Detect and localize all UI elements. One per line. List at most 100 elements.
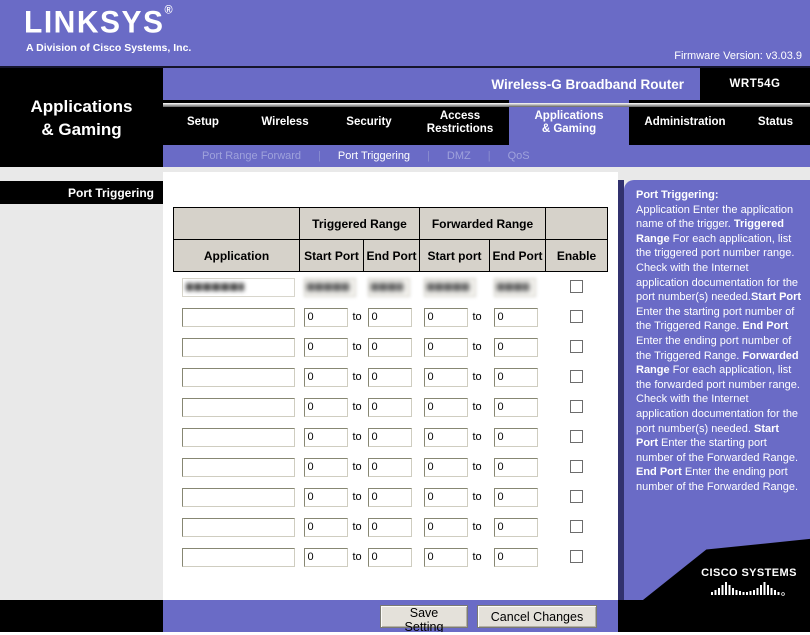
cisco-logo: CISCO SYSTEMS (701, 567, 797, 596)
subtab-port-range-forward[interactable]: Port Range Forward (185, 150, 318, 162)
application-cell (174, 512, 300, 542)
application-cell (174, 392, 300, 422)
enable-checkbox[interactable] (570, 340, 583, 353)
application-cell (174, 482, 300, 512)
fwd-start-cell: to (420, 452, 490, 482)
trig-end-cell (364, 272, 420, 303)
fwd-end-input[interactable] (494, 458, 538, 477)
trig-start-input[interactable] (304, 278, 356, 297)
fwd-start-input[interactable] (424, 428, 468, 447)
enable-checkbox[interactable] (570, 520, 583, 533)
enable-cell (546, 482, 608, 512)
trig-start-input[interactable] (304, 428, 348, 447)
fwd-end-input[interactable] (494, 368, 538, 387)
trig-end-input[interactable] (368, 488, 412, 507)
application-cell (174, 422, 300, 452)
to-label: to (473, 341, 482, 353)
trig-end-cell (364, 362, 420, 392)
save-button[interactable]: Save Setting (380, 605, 468, 628)
fwd-start-cell: to (420, 302, 490, 332)
cancel-button[interactable]: Cancel Changes (477, 605, 597, 628)
enable-checkbox[interactable] (570, 430, 583, 443)
trig-end-input[interactable] (368, 398, 412, 417)
trig-start-input[interactable] (304, 338, 348, 357)
trig-end-input[interactable] (368, 548, 412, 567)
application-input[interactable] (182, 308, 295, 327)
application-input[interactable] (182, 338, 295, 357)
trig-end-input[interactable] (368, 428, 412, 447)
nav-divider (163, 103, 810, 107)
to-label: to (473, 431, 482, 443)
trig-start-input[interactable] (304, 488, 348, 507)
fwd-end-input[interactable] (494, 398, 538, 417)
fwd-end-input[interactable] (494, 548, 538, 567)
enable-checkbox[interactable] (570, 280, 583, 293)
redacted-text (186, 283, 244, 291)
fwd-start-input[interactable] (424, 308, 468, 327)
enable-checkbox[interactable] (570, 370, 583, 383)
trig-end-input[interactable] (368, 518, 412, 537)
trig-end-cell (364, 422, 420, 452)
application-input[interactable] (182, 488, 295, 507)
port-trigger-row: toto (174, 392, 608, 422)
fwd-start-input[interactable] (424, 548, 468, 567)
fwd-end-input[interactable] (494, 308, 538, 327)
application-input[interactable] (182, 278, 295, 297)
trig-start-input[interactable] (304, 368, 348, 387)
application-input[interactable] (182, 548, 295, 567)
fwd-end-input[interactable] (494, 278, 536, 297)
main-nav: SetupWirelessSecurityAccess Restrictions… (163, 100, 810, 145)
to-label: to (353, 311, 362, 323)
fwd-start-input[interactable] (424, 368, 468, 387)
enable-cell (546, 302, 608, 332)
trig-end-cell (364, 302, 420, 332)
enable-cell (546, 542, 608, 572)
fwd-end-input[interactable] (494, 518, 538, 537)
application-input[interactable] (182, 428, 295, 447)
trig-start-input[interactable] (304, 548, 348, 567)
enable-checkbox[interactable] (570, 550, 583, 563)
trig-start-cell: to (300, 542, 364, 572)
trig-end-input[interactable] (368, 458, 412, 477)
to-label: to (473, 551, 482, 563)
bottom-left-band (0, 600, 163, 632)
application-input[interactable] (182, 398, 295, 417)
group-header-blank (174, 208, 300, 240)
enable-checkbox[interactable] (570, 460, 583, 473)
fwd-end-input[interactable] (494, 488, 538, 507)
fwd-start-input[interactable] (424, 278, 476, 297)
fwd-end-input[interactable] (494, 428, 538, 447)
help-keyword: Port Triggering: (636, 189, 719, 201)
fwd-start-input[interactable] (424, 518, 468, 537)
subtab-port-triggering[interactable]: Port Triggering (321, 150, 427, 162)
application-cell (174, 272, 300, 303)
port-trigger-row: to to (174, 542, 608, 572)
fwd-start-input[interactable] (424, 458, 468, 477)
trig-start-input[interactable] (304, 458, 348, 477)
enable-checkbox[interactable] (570, 310, 583, 323)
enable-checkbox[interactable] (570, 490, 583, 503)
fwd-start-cell: to (420, 422, 490, 452)
application-input[interactable] (182, 458, 295, 477)
fwd-start-input[interactable] (424, 338, 468, 357)
subtab-qos[interactable]: QoS (491, 150, 547, 162)
trig-start-input[interactable] (304, 518, 348, 537)
trig-end-input[interactable] (368, 308, 412, 327)
fwd-end-input[interactable] (494, 338, 538, 357)
trig-end-input[interactable] (368, 338, 412, 357)
cisco-logo-text: CISCO SYSTEMS (701, 567, 797, 579)
trig-end-input[interactable] (368, 278, 410, 297)
application-input[interactable] (182, 368, 295, 387)
to-label: to (473, 401, 482, 413)
column-header-enable: Enable (546, 240, 608, 272)
fwd-start-input[interactable] (424, 488, 468, 507)
enable-checkbox[interactable] (570, 400, 583, 413)
application-input[interactable] (182, 518, 295, 537)
trig-start-input[interactable] (304, 308, 348, 327)
trig-end-input[interactable] (368, 368, 412, 387)
fwd-start-input[interactable] (424, 398, 468, 417)
application-cell (174, 542, 300, 572)
subtab-dmz[interactable]: DMZ (430, 150, 488, 162)
trig-start-input[interactable] (304, 398, 348, 417)
to-label: to (353, 491, 362, 503)
